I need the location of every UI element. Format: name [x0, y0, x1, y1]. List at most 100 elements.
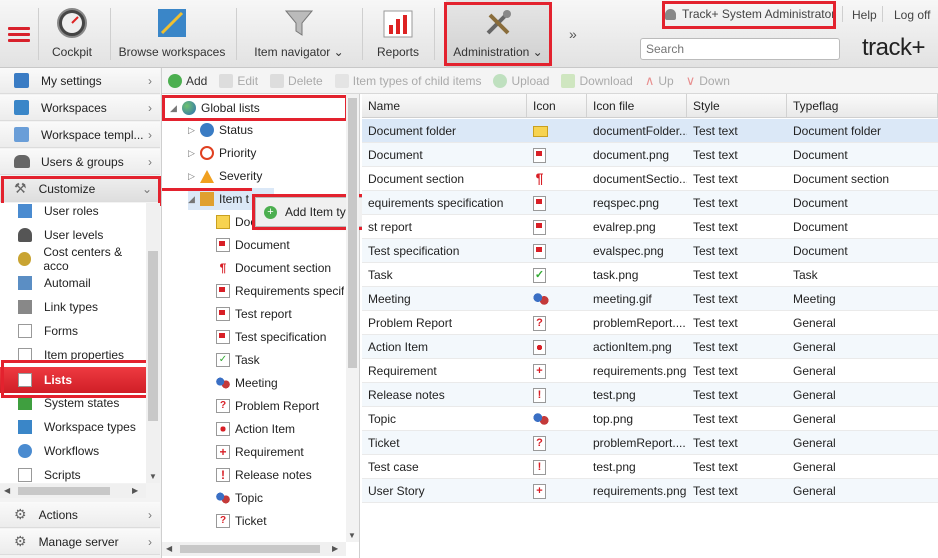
tree-node-test-specification[interactable]: Test specification — [216, 326, 326, 348]
table-cell-icon-file: actionItem.png — [593, 340, 672, 354]
tree-node-requirements-specification[interactable]: Requirements specific — [216, 280, 344, 302]
requirement-icon: + — [533, 363, 546, 379]
tree-node-ticket[interactable]: ? Ticket — [216, 510, 267, 532]
sidebar-sub-workspace-types[interactable]: Workspace types — [18, 415, 136, 439]
column-header-icon-file[interactable]: Icon file — [587, 94, 687, 118]
column-header-typeflag[interactable]: Typeflag — [787, 94, 938, 118]
tree-node-requirement[interactable]: + Requirement — [216, 441, 304, 463]
tree-node-status[interactable]: ▷ Status — [188, 119, 253, 141]
sidebar-item-manage-server[interactable]: ⚙ Manage server › — [0, 529, 160, 555]
tree-node-action-item[interactable]: Action Item — [216, 418, 295, 440]
table-row[interactable]: Task ✓ task.png Test text Task — [362, 263, 938, 287]
table-row[interactable]: st report evalrep.png Test text Document — [362, 215, 938, 239]
scroll-right-icon[interactable]: ▶ — [132, 486, 138, 495]
scroll-right-icon[interactable]: ▶ — [332, 544, 338, 553]
tree-hscrollbar[interactable]: ◀ ▶ — [162, 542, 346, 556]
sidebar-hscrollbar[interactable]: ◀ ▶ — [0, 484, 146, 498]
sidebar-item-users-groups[interactable]: Users & groups › — [0, 149, 160, 175]
table-cell-icon: + — [527, 479, 587, 503]
sidebar-sub-user-roles[interactable]: User roles — [18, 203, 99, 223]
more-button[interactable]: » — [569, 26, 577, 42]
sidebar-sub-workflows[interactable]: Workflows — [18, 439, 99, 463]
upload-button[interactable]: Upload — [493, 73, 549, 88]
tree-node-meeting[interactable]: Meeting — [216, 372, 278, 394]
item-types-child-button[interactable]: Item types of child items — [334, 73, 481, 88]
item-navigator-button[interactable]: Item navigator ⌄ — [244, 0, 354, 68]
tree-node-global-lists[interactable]: ◢ Global lists — [170, 97, 260, 119]
tree-node-task[interactable]: ✓ Task — [216, 349, 260, 371]
main-menu-button[interactable] — [0, 0, 38, 68]
tree-node-document-section[interactable]: ¶ Document section — [216, 257, 331, 279]
table-row[interactable]: Requirement + requirements.png Test text Gen… — [362, 359, 938, 383]
log-off-link[interactable]: Log off — [894, 8, 930, 22]
table-cell-typeflag: General — [793, 412, 836, 426]
tree-node-problem-report[interactable]: ? Problem Report — [216, 395, 319, 417]
sidebar-sub-item-properties[interactable]: Item properties — [18, 343, 124, 367]
download-button[interactable]: Download — [561, 73, 633, 88]
sidebar-sub-link-types[interactable]: Link types — [18, 295, 98, 319]
add-button[interactable]: Add — [168, 73, 207, 88]
table-row[interactable]: Meeting meeting.gif Test text Meeting — [362, 287, 938, 311]
tree-vscrollbar[interactable]: ▼ — [346, 94, 359, 542]
table-row[interactable]: Document document.png Test text Document — [362, 143, 938, 167]
table-row[interactable]: Ticket? problemReport.... Test text General — [362, 431, 938, 455]
table-row[interactable]: Action Item actionItem.png Test text Genera… — [362, 335, 938, 359]
table-row[interactable]: Release notes! test.png Test text General — [362, 383, 938, 407]
search-input[interactable] — [640, 38, 840, 60]
sidebar-vscrollbar[interactable]: ▼ — [146, 203, 160, 483]
reports-button[interactable]: Reports — [372, 0, 424, 68]
tree-node-severity[interactable]: ▷ Severity — [188, 165, 262, 187]
tree-node-test-report[interactable]: Test report — [216, 303, 292, 325]
scroll-down-icon[interactable]: ▼ — [348, 531, 356, 540]
up-button[interactable]: ∧ Up — [645, 73, 674, 89]
browse-workspaces-button[interactable]: Browse workspaces — [118, 0, 226, 68]
down-button[interactable]: ∨ Down — [686, 73, 730, 89]
sidebar-sub-lists[interactable]: Lists — [0, 367, 146, 393]
sidebar-item-workspace-templates[interactable]: Workspace templ... › — [0, 122, 160, 148]
tree-node-release-notes[interactable]: ! Release notes — [216, 464, 312, 486]
sidebar-sub-user-levels[interactable]: User levels — [18, 223, 103, 247]
table-row[interactable]: Document folder documentFolder... Test tex… — [362, 119, 938, 143]
column-header-icon[interactable]: Icon — [527, 94, 587, 118]
sidebar-sub-scripts[interactable]: Scripts — [18, 463, 81, 483]
table-cell-name: Task — [368, 268, 393, 282]
table-row[interactable]: Problem Report? problemReport.... Test tex… — [362, 311, 938, 335]
hamburger-icon — [8, 24, 30, 45]
sidebar-item-workspaces[interactable]: Workspaces › — [0, 95, 160, 121]
help-link[interactable]: Help — [852, 8, 877, 22]
table-cell-style: Test text — [693, 340, 738, 354]
tree-node-document[interactable]: Document — [216, 234, 290, 256]
table-row[interactable]: equirements specification reqspec.png Test… — [362, 191, 938, 215]
user-menu[interactable]: Track+ System Administrator — [665, 4, 835, 24]
meeting-icon — [216, 376, 230, 390]
table-row[interactable]: Topic top.png Test text General — [362, 407, 938, 431]
table-row[interactable]: Test case! test.png Test text General — [362, 455, 938, 479]
administration-button[interactable]: Administration ⌄ — [446, 0, 550, 68]
gear-icon: ⚙ — [14, 506, 27, 522]
cockpit-button[interactable]: Cockpit — [46, 0, 98, 68]
column-header-style[interactable]: Style — [687, 94, 787, 118]
scroll-down-icon[interactable]: ▼ — [149, 472, 157, 481]
edit-button[interactable]: Edit — [219, 73, 258, 88]
warning-icon — [200, 169, 214, 183]
sidebar-sub-forms[interactable]: Forms — [18, 319, 78, 343]
sidebar-item-customize[interactable]: ⚒ Customize ⌄ — [0, 176, 160, 202]
sidebar-item-actions[interactable]: ⚙ Actions › — [0, 502, 160, 528]
column-header-name[interactable]: Name — [362, 94, 527, 118]
sidebar-sub-automail[interactable]: Automail — [18, 271, 91, 295]
table-row[interactable]: Document section ¶ documentSectio... Test t… — [362, 167, 938, 191]
tree-node-priority[interactable]: ▷ Priority — [188, 142, 256, 164]
delete-button[interactable]: Delete — [270, 73, 323, 88]
table-cell-icon: ? — [527, 311, 587, 335]
scroll-left-icon[interactable]: ◀ — [166, 544, 172, 553]
roles-icon — [18, 204, 32, 218]
list-toolbar: Add Edit Delete Item types of child item… — [162, 68, 938, 94]
table-row[interactable]: User Story + requirements.png Test text Gene… — [362, 479, 938, 503]
sidebar-sub-system-states[interactable]: System states — [18, 391, 119, 415]
sidebar-item-my-settings[interactable]: My settings › — [0, 68, 160, 94]
tree-node-topic[interactable]: Topic — [216, 487, 263, 509]
sidebar-sub-cost-centers[interactable]: Cost centers & acco — [18, 245, 146, 273]
scroll-left-icon[interactable]: ◀ — [4, 486, 10, 495]
table-row[interactable]: Test specification evalspec.png Test text D… — [362, 239, 938, 263]
expand-icon: ▷ — [188, 124, 195, 135]
